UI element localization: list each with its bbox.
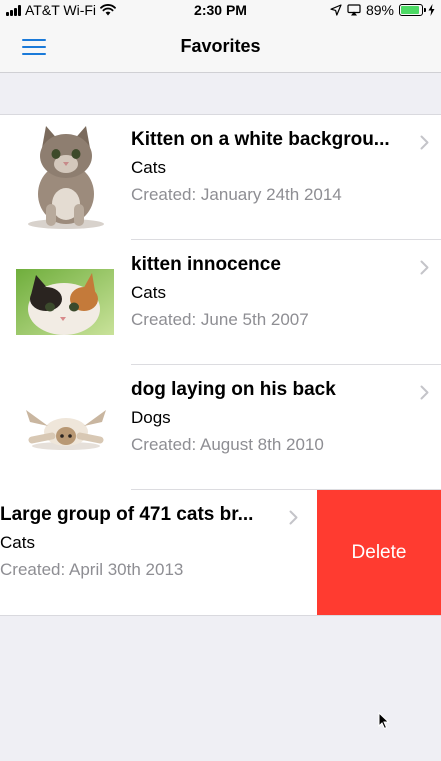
battery-percent: 89% — [365, 2, 394, 18]
charging-bolt-icon — [428, 4, 435, 16]
item-created-date: Created: April 30th 2013 — [0, 560, 184, 579]
delete-button[interactable]: Delete — [317, 490, 441, 615]
chevron-right-icon — [420, 135, 429, 150]
battery-level-fill — [401, 6, 419, 14]
chevron-right-icon — [289, 510, 298, 525]
list-item[interactable]: Kitten on a white backgrou... Cats Creat… — [0, 115, 441, 240]
status-bar: AT&T Wi-Fi 2:30 PM 89% — [0, 0, 441, 20]
swiped-row-content[interactable]: Large group of 471 cats br... Cats Creat… — [0, 490, 310, 615]
mouse-cursor-icon — [378, 712, 390, 730]
item-created-date: Created: June 5th 2007 — [131, 310, 309, 329]
favorites-screen: AT&T Wi-Fi 2:30 PM 89% Favorites Kitten … — [0, 0, 441, 761]
airplay-icon — [347, 4, 361, 16]
kitten-innocence-thumbnail — [16, 252, 114, 352]
battery-icon — [399, 4, 426, 16]
item-text: Kitten on a white backgrou... Cats Creat… — [131, 129, 405, 205]
page-title: Favorites — [180, 36, 261, 56]
status-bar-right: 89% — [330, 2, 435, 18]
item-category: Cats — [0, 533, 35, 552]
list-item[interactable]: dog laying on his back Dogs Created: Aug… — [0, 365, 441, 490]
item-created-date: Created: January 24th 2014 — [131, 185, 342, 204]
navigation-bar: Favorites — [0, 20, 441, 73]
item-title: kitten innocence — [131, 254, 281, 275]
kitten-white-background-thumbnail — [16, 126, 114, 229]
chevron-right-icon — [420, 385, 429, 400]
item-title: Large group of 471 cats br... — [0, 504, 254, 525]
favorites-list: Kitten on a white backgrou... Cats Creat… — [0, 114, 441, 616]
item-title: Kitten on a white backgrou... — [131, 129, 390, 150]
list-item-swiped[interactable]: Large group of 471 cats br... Cats Creat… — [0, 490, 441, 615]
dog-on-back-thumbnail — [16, 377, 114, 477]
item-title: dog laying on his back — [131, 379, 336, 400]
item-category: Cats — [131, 158, 166, 177]
chevron-right-icon — [420, 260, 429, 275]
item-created-date: Created: August 8th 2010 — [131, 435, 324, 454]
item-category: Cats — [131, 283, 166, 302]
item-category: Dogs — [131, 408, 171, 427]
location-arrow-icon — [330, 4, 342, 16]
list-item[interactable]: kitten innocence Cats Created: June 5th … — [0, 240, 441, 365]
item-text: dog laying on his back Dogs Created: Aug… — [131, 379, 405, 455]
item-text: Large group of 471 cats br... Cats Creat… — [0, 504, 274, 580]
item-text: kitten innocence Cats Created: June 5th … — [131, 254, 405, 330]
